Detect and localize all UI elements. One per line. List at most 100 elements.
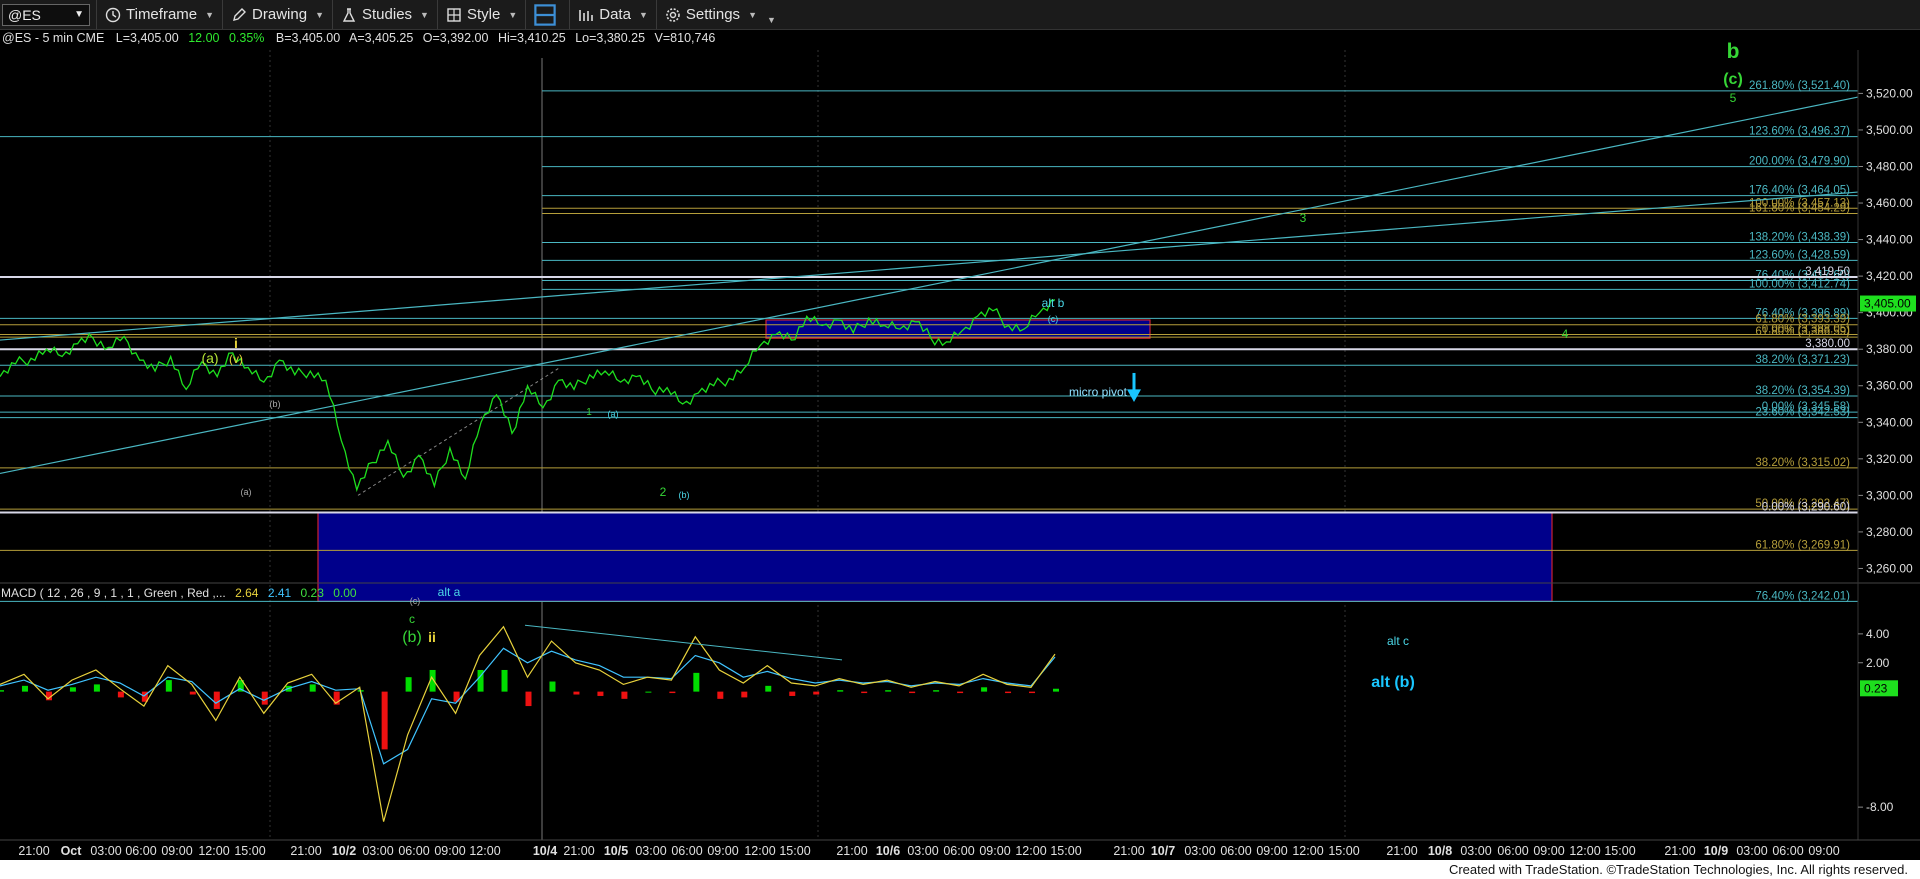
macd-histogram-bar xyxy=(933,690,940,692)
wave-label: alt b xyxy=(1042,296,1065,310)
caret-icon: ▼ xyxy=(508,9,518,20)
open-price: O=3,392.00 xyxy=(423,31,489,45)
x-tick-label: 03:00 xyxy=(1184,844,1215,858)
wave-label: i xyxy=(234,335,238,351)
timeframe-label: Timeframe xyxy=(126,6,198,23)
flask-icon xyxy=(342,7,356,22)
volume: V=810,746 xyxy=(655,31,716,45)
studies-button[interactable]: Studies ▼ xyxy=(332,0,437,29)
x-tick-label: 09:00 xyxy=(1256,844,1287,858)
macd-histogram-bar xyxy=(861,691,868,694)
macd-histogram-bar xyxy=(501,669,508,692)
x-tick-label: 10/7 xyxy=(1151,844,1175,858)
x-tick-label: 06:00 xyxy=(943,844,974,858)
studies-label: Studies xyxy=(362,6,413,23)
alt-b-zone[interactable] xyxy=(317,511,1553,602)
settings-button[interactable]: Settings ▼ ▼ xyxy=(655,0,784,29)
wave-label: (b) xyxy=(270,399,281,409)
fib-level-label: 3,419.50 xyxy=(1805,266,1850,278)
caret-icon: ▼ xyxy=(205,9,215,20)
fib-level-label: 76.40% (3,242.01) xyxy=(1755,590,1850,602)
y-tick-label: 3,380.00 xyxy=(1866,342,1913,356)
macd-histogram-bar xyxy=(597,691,604,696)
macd-histogram-bar xyxy=(405,677,412,692)
bar-chart-icon xyxy=(579,9,594,21)
x-tick-label: 10/2 xyxy=(332,844,356,858)
y-tick-label: 3,480.00 xyxy=(1866,159,1913,173)
x-tick-label: 21:00 xyxy=(1386,844,1417,858)
symbol-selector[interactable]: @ES ▼ xyxy=(2,3,90,26)
y-tick-label: 3,320.00 xyxy=(1866,452,1913,466)
y-tick-label: 3,260.00 xyxy=(1866,561,1913,575)
x-tick-label: 21:00 xyxy=(836,844,867,858)
x-tick-label: 12:00 xyxy=(469,844,500,858)
macd-histogram-bar xyxy=(669,691,676,694)
chevron-down-icon: ▼ xyxy=(74,9,84,20)
wave-label: alt (b) xyxy=(1371,674,1415,691)
price-chart[interactable]: @ES - 5 min CME L=3,405.00 12.00 0.35% B… xyxy=(0,30,1920,860)
macd-histogram-bar xyxy=(645,691,652,693)
macd-histogram-bar xyxy=(1029,691,1036,694)
macd-histogram-bar xyxy=(261,691,268,705)
macd-zero-value: 0.00 xyxy=(333,586,357,600)
wave-label: 1 xyxy=(586,407,592,418)
wave-label: b xyxy=(1727,40,1740,63)
wave-label: (b) xyxy=(679,490,690,500)
macd-histogram-bar xyxy=(741,691,748,698)
settings-label: Settings xyxy=(685,6,741,23)
y-tick-label: 3,280.00 xyxy=(1866,525,1913,539)
x-tick-label: 10/5 xyxy=(604,844,628,858)
x-tick-label: 09:00 xyxy=(161,844,192,858)
macd-histogram-bar xyxy=(717,691,724,699)
x-tick-label: 21:00 xyxy=(290,844,321,858)
wave-label: (b) xyxy=(402,629,422,646)
wave-label: micro pivot xyxy=(1069,385,1128,399)
toolbar: @ES ▼ Timeframe ▼ Drawing ▼ Studies ▼ Style… xyxy=(0,0,1920,30)
y-tick-label: 3,300.00 xyxy=(1866,488,1913,502)
x-tick-label: 06:00 xyxy=(1772,844,1803,858)
layout-button[interactable] xyxy=(525,0,569,29)
macd-histogram-bar xyxy=(309,684,316,692)
macd-y-tick-label: 4.00 xyxy=(1866,627,1890,641)
symbol-text: @ES xyxy=(8,6,41,23)
x-tick-label: 09:00 xyxy=(434,844,465,858)
x-tick-label: 06:00 xyxy=(671,844,702,858)
macd-histogram-bar xyxy=(909,691,916,694)
x-tick-label: 12:00 xyxy=(1015,844,1046,858)
fib-level-label: 61.80% (3,269.91) xyxy=(1755,539,1850,551)
fib-level-label: 123.60% (3,428.59) xyxy=(1749,249,1850,261)
macd-header: MACD ( 12 , 26 , 9 , 1 , 1 , Green , Red… xyxy=(1,586,357,600)
timeframe-button[interactable]: Timeframe ▼ xyxy=(96,0,222,29)
macd-histogram-bar xyxy=(837,690,844,692)
macd-histogram-bar xyxy=(93,684,100,692)
x-tick-label: 09:00 xyxy=(1533,844,1564,858)
drawing-button[interactable]: Drawing ▼ xyxy=(222,0,332,29)
macd-histogram-bar xyxy=(165,680,172,692)
data-button[interactable]: Data ▼ xyxy=(569,0,656,29)
bid-price: B=3,405.00 xyxy=(276,31,340,45)
wave-label: (c) xyxy=(1048,314,1059,324)
macd-histogram-bar xyxy=(1053,688,1059,692)
x-tick-label: 09:00 xyxy=(707,844,738,858)
macd-histogram-bar xyxy=(0,690,4,692)
wave-label: 2 xyxy=(660,485,667,499)
macd-signal-value: 2.41 xyxy=(268,586,292,600)
macd-y-tick-label: 2.00 xyxy=(1866,656,1890,670)
macd-value: 2.64 xyxy=(235,586,259,600)
fib-level-label: 3,380.00 xyxy=(1805,338,1850,350)
x-tick-label: 06:00 xyxy=(398,844,429,858)
overflow-caret-icon[interactable]: ▼ xyxy=(767,15,776,25)
x-tick-label: 21:00 xyxy=(1664,844,1695,858)
x-tick-label: Oct xyxy=(61,844,83,858)
wave-label: 4 xyxy=(1562,327,1569,341)
x-tick-label: 03:00 xyxy=(1460,844,1491,858)
symbol-description: @ES - 5 min CME xyxy=(2,31,104,45)
macd-histogram-bar xyxy=(573,691,580,695)
fib-level-label: 23.60% (3,342.53) xyxy=(1755,407,1850,419)
x-tick-label: 03:00 xyxy=(907,844,938,858)
wave-label: (c) xyxy=(410,596,421,606)
fib-level-label: 38.20% (3,371.23) xyxy=(1755,354,1850,366)
macd-histogram-bar xyxy=(1005,691,1012,694)
style-button[interactable]: Style ▼ xyxy=(436,0,525,29)
x-tick-label: 10/8 xyxy=(1428,844,1452,858)
